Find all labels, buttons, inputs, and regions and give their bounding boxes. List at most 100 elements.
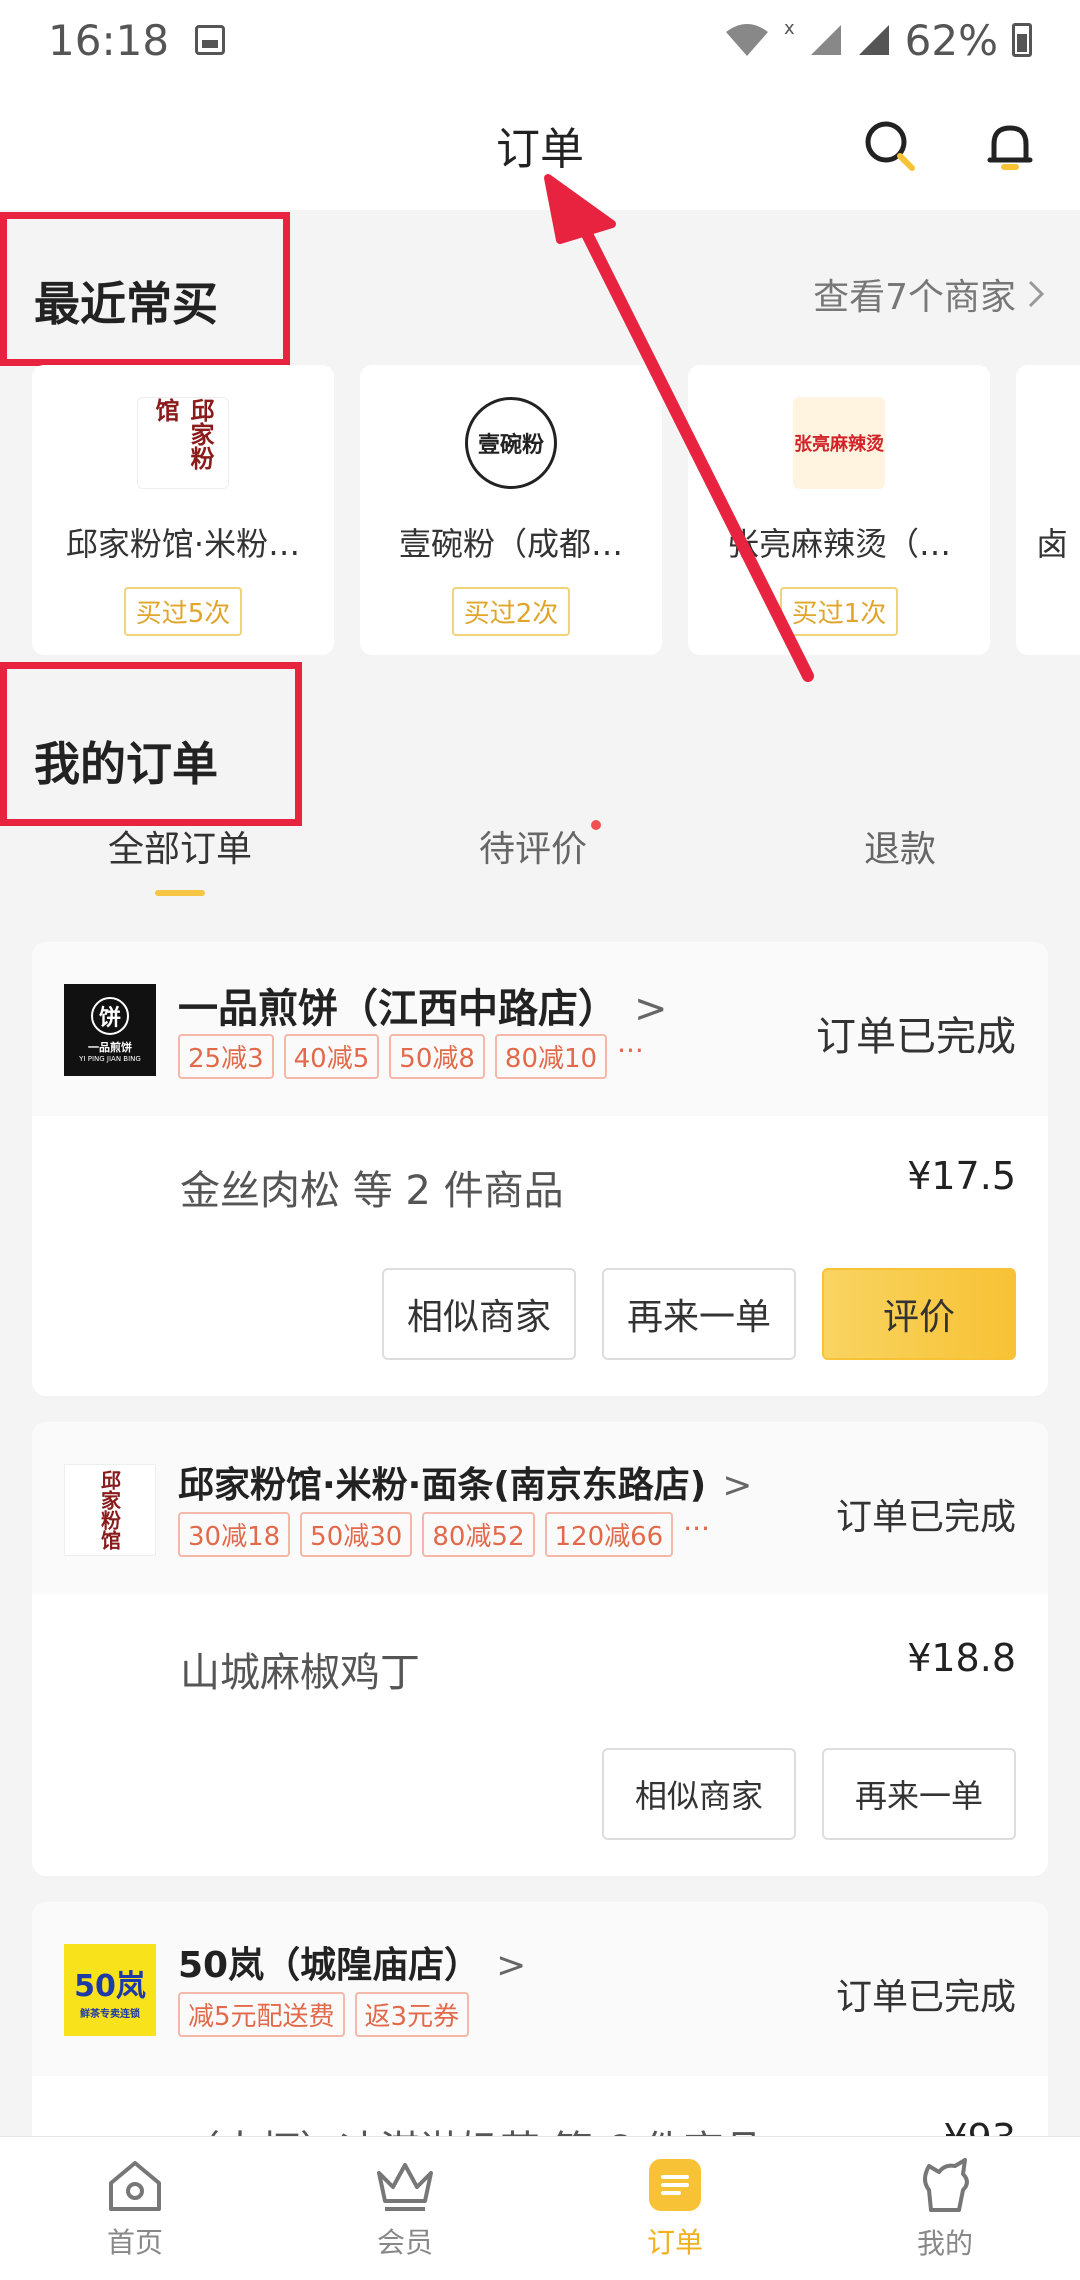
nav-profile[interactable]: 我的 xyxy=(810,2137,1080,2280)
logo-subcaption: 鲜茶专卖连锁 xyxy=(80,2008,140,2020)
order-card[interactable]: 饼 一品煎饼 YI PING JIAN BING 一品煎饼（江西中路店） > 25… xyxy=(32,942,1048,1396)
promo-tag: 120减66 xyxy=(544,1512,674,1557)
merchant-name-text: 50岚（城隍庙店） xyxy=(178,1945,481,1986)
reorder-button[interactable]: 再来一单 xyxy=(822,1748,1016,1840)
recent-merchant-card[interactable]: 张亮麻辣烫 张亮麻辣烫（… 买过1次 xyxy=(688,365,990,655)
promo-tag: 25减3 xyxy=(178,1034,274,1079)
recent-merchant-card[interactable]: 卤 xyxy=(1016,365,1080,655)
tab-label: 待评价 xyxy=(478,829,587,870)
signal-icon-1 xyxy=(810,25,841,55)
logo-glyph: 50岚 xyxy=(74,1968,146,2004)
battery-percent: 62% xyxy=(904,15,998,65)
status-time: 16:18 xyxy=(48,15,170,65)
bell-icon[interactable] xyxy=(980,116,1040,176)
merchant-logo: 邱家粉馆 xyxy=(64,1464,156,1556)
order-status: 订单已完成 xyxy=(816,1014,1016,1060)
merchant-name: 卤 xyxy=(1036,525,1069,563)
chevron-right-icon: > xyxy=(634,986,668,1032)
promo-tag: 50减8 xyxy=(389,1034,485,1079)
merchant-name[interactable]: 50岚（城隍庙店） > xyxy=(178,1936,526,1988)
promo-tag: 80减52 xyxy=(422,1512,535,1557)
view-merchants-link[interactable]: 查看7个商家 xyxy=(813,268,1046,320)
logo-caption: 一品煎饼 xyxy=(88,1041,132,1054)
logo-glyph: 饼 xyxy=(91,997,129,1035)
nav-home[interactable]: 首页 xyxy=(0,2137,270,2280)
recent-merchant-card[interactable]: 壹碗粉 壹碗粉（成都… 买过2次 xyxy=(360,365,662,655)
merchant-name: 张亮麻辣烫（… xyxy=(726,525,951,563)
order-status: 订单已完成 xyxy=(835,1977,1016,2018)
promo-list: 30减18 50减30 80减52 120减66 ··· xyxy=(178,1512,710,1557)
order-price: ¥18.8 xyxy=(907,1636,1016,1680)
nav-label: 会员 xyxy=(376,2225,433,2259)
nav-label: 我的 xyxy=(916,2226,973,2260)
order-status: 订单已完成 xyxy=(835,1497,1016,1538)
tab-pending-review[interactable]: 待评价 xyxy=(360,820,720,900)
gallery-notification-icon xyxy=(195,25,226,55)
reorder-button[interactable]: 再来一单 xyxy=(602,1268,796,1360)
logo-subcaption: YI PING JIAN BING xyxy=(79,1055,141,1063)
purchase-count-badge: 买过1次 xyxy=(779,587,899,636)
purchase-count-badge: 买过5次 xyxy=(123,587,243,636)
page-title: 订单 xyxy=(496,124,584,175)
promo-tag: 50减30 xyxy=(300,1512,413,1557)
order-price: ¥17.5 xyxy=(907,1154,1016,1198)
merchant-name[interactable]: 邱家粉馆·米粉·面条(南京东路店) > xyxy=(178,1456,752,1508)
chevron-right-icon xyxy=(1028,280,1045,308)
promo-tag: 减5元配送费 xyxy=(178,1992,345,2037)
orders-page: 16:18 x 62% 订单 最近常买 查看7个商家 邱家粉馆 邱家粉馆·米粉…… xyxy=(0,0,1080,2280)
nav-label: 首页 xyxy=(106,2225,163,2259)
nav-label: 订单 xyxy=(646,2225,703,2259)
tab-refund[interactable]: 退款 xyxy=(720,820,1080,900)
order-card[interactable]: 邱家粉馆 邱家粉馆·米粉·面条(南京东路店) > 30减18 50减30 80减5… xyxy=(32,1422,1048,1876)
recent-merchant-card[interactable]: 邱家粉馆 邱家粉馆·米粉… 买过5次 xyxy=(32,365,334,655)
annotation-box-recent xyxy=(0,212,290,366)
top-header: 订单 xyxy=(0,80,1080,210)
tab-all-orders[interactable]: 全部订单 xyxy=(0,820,360,900)
more-promos[interactable]: ··· xyxy=(617,1034,644,1079)
merchant-name: 壹碗粉（成都… xyxy=(398,525,623,563)
order-card-header[interactable]: 邱家粉馆 邱家粉馆·米粉·面条(南京东路店) > 30减18 50减30 80减5… xyxy=(32,1422,1048,1594)
merchant-logo: 饼 一品煎饼 YI PING JIAN BING xyxy=(64,984,156,1076)
promo-tag: 80减10 xyxy=(494,1034,608,1079)
recent-merchants-list: 邱家粉馆 邱家粉馆·米粉… 买过5次 壹碗粉 壹碗粉（成都… 买过2次 张亮麻辣… xyxy=(32,365,1080,655)
merchant-name-text: 邱家粉馆·米粉·面条(南京东路店) xyxy=(178,1465,707,1506)
signal-icon-2 xyxy=(858,25,889,55)
crown-icon xyxy=(377,2162,433,2211)
merchant-logo: 邱家粉馆 xyxy=(137,397,229,489)
merchant-name-text: 一品煎饼（江西中路店） xyxy=(178,986,618,1032)
home-icon xyxy=(109,2160,161,2211)
view-merchants-label: 查看7个商家 xyxy=(813,277,1016,318)
review-button[interactable]: 评价 xyxy=(822,1268,1016,1360)
chevron-right-icon: > xyxy=(496,1945,527,1986)
promo-tag: 30减18 xyxy=(178,1512,291,1557)
similar-merchants-button[interactable]: 相似商家 xyxy=(382,1268,576,1360)
battery-icon xyxy=(1012,23,1032,57)
merchant-name: 邱家粉馆·米粉… xyxy=(65,525,301,563)
annotation-box-orders xyxy=(0,662,302,826)
unread-dot xyxy=(591,820,601,830)
nav-orders[interactable]: 订单 xyxy=(540,2137,810,2280)
order-goods: 金丝肉松 等 2 件商品 xyxy=(180,1168,564,1214)
merchant-name[interactable]: 一品煎饼（江西中路店） > xyxy=(178,976,668,1034)
promo-tag: 返3元券 xyxy=(354,1992,470,2037)
order-goods: 山城麻椒鸡丁 xyxy=(180,1650,420,1696)
order-card-header[interactable]: 饼 一品煎饼 YI PING JIAN BING 一品煎饼（江西中路店） > 25… xyxy=(32,942,1048,1116)
similar-merchants-button[interactable]: 相似商家 xyxy=(602,1748,796,1840)
promo-tag: 40减5 xyxy=(283,1034,380,1079)
order-card[interactable]: 50岚 鲜茶专卖连锁 50岚（城隍庙店） > 减5元配送费 返3元券 订单已完成 … xyxy=(32,1902,1048,2162)
merchant-logo: 50岚 鲜茶专卖连锁 xyxy=(64,1944,156,2036)
chevron-right-icon: > xyxy=(722,1465,753,1506)
profile-icon xyxy=(923,2157,969,2212)
active-tab-indicator xyxy=(155,890,205,896)
promo-list: 25减3 40减5 50减8 80减10 ··· xyxy=(178,1034,644,1079)
status-bar: 16:18 x 62% xyxy=(0,0,1080,80)
merchant-logo: 张亮麻辣烫 xyxy=(793,397,885,489)
bottom-navigation: 首页 会员 订单 我的 xyxy=(0,2136,1080,2280)
order-card-header[interactable]: 50岚 鲜茶专卖连锁 50岚（城隍庙店） > 减5元配送费 返3元券 订单已完成 xyxy=(32,1902,1048,2076)
purchase-count-badge: 买过2次 xyxy=(451,587,571,636)
nav-member[interactable]: 会员 xyxy=(270,2137,540,2280)
wifi-icon xyxy=(725,24,768,56)
more-promos[interactable]: ··· xyxy=(683,1512,710,1557)
order-icon xyxy=(649,2158,701,2211)
search-icon[interactable] xyxy=(860,116,920,176)
